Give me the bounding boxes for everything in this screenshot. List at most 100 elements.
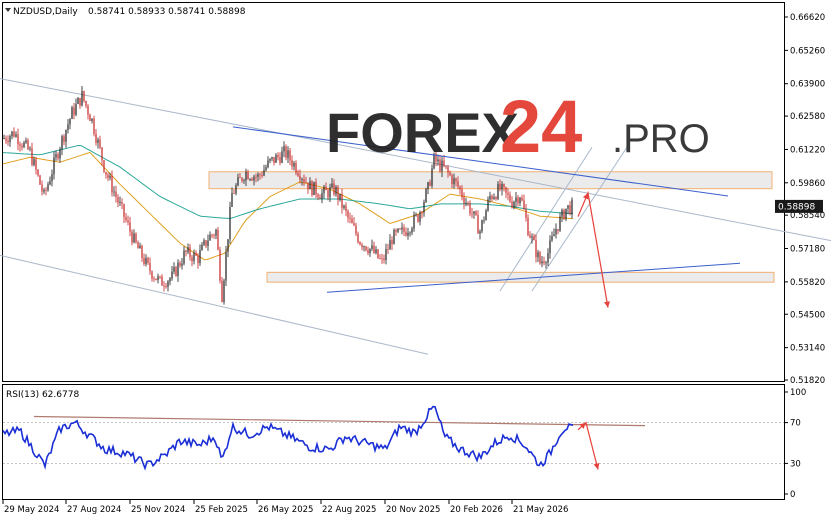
candle-body (543, 261, 545, 264)
candle-body (149, 262, 151, 272)
candle-body (123, 204, 125, 218)
candle-body (503, 184, 505, 188)
candle-body (475, 211, 477, 216)
candle-body (363, 246, 365, 248)
price-tick-label: 0.66620 (790, 13, 825, 23)
price-tick-label: 0.57180 (790, 245, 825, 255)
candle-body (201, 244, 203, 251)
candle-body (13, 131, 15, 137)
candle-body (307, 182, 309, 190)
candle-body (161, 276, 163, 286)
candle-body (391, 240, 393, 245)
candle-body (265, 167, 267, 171)
candle-body (293, 162, 295, 167)
candle-body (327, 190, 329, 198)
candle-body (145, 257, 147, 265)
candle-body (115, 191, 117, 198)
candle-body (121, 202, 123, 205)
candle-body (223, 280, 225, 302)
price-tick-label: 0.59860 (790, 179, 825, 189)
candle-body (515, 197, 517, 202)
candle-body (289, 150, 291, 161)
candle-body (537, 252, 539, 258)
price-tick-label: 0.53140 (790, 344, 825, 354)
candle-body (235, 185, 237, 194)
candle-body (491, 195, 493, 199)
candle (539, 250, 541, 265)
price-axis[interactable]: 0.66620 0.65260 0.63900 0.62580 0.61220 0.598… (784, 13, 825, 386)
candle-body (321, 193, 323, 199)
candle-body (397, 228, 399, 232)
candle-body (167, 281, 169, 287)
candle-body (473, 211, 475, 214)
candle-body (367, 250, 369, 254)
candle-body (411, 228, 413, 233)
candle-body (207, 240, 209, 246)
price-tick-label: 0.55820 (790, 278, 825, 288)
time-tick-label: 21 May 2026 (513, 505, 568, 515)
candle-body (487, 199, 489, 211)
chart-canvas[interactable]: FOREX 24 .PRO NZDUSD,Daily 0.58741 0.589… (0, 0, 831, 521)
candle-body (267, 160, 269, 168)
candle-body (253, 176, 255, 181)
candle-body (229, 206, 231, 240)
candle-body (395, 229, 397, 232)
ohlc-values: 0.58741 0.58933 0.58741 0.58898 (88, 7, 246, 17)
candle (217, 226, 219, 251)
candle-body (477, 215, 479, 234)
candle-body (467, 202, 469, 204)
candle-body (119, 202, 121, 203)
candle-body (369, 248, 371, 254)
candle-body (389, 240, 391, 250)
candle (563, 208, 565, 220)
candle-body (483, 220, 485, 222)
candle-body (505, 187, 507, 193)
candle-body (547, 253, 549, 263)
candle-body (249, 179, 251, 180)
candle-body (21, 145, 23, 148)
rsi-tick-label: 100 (790, 388, 806, 398)
candle-body (459, 186, 461, 190)
candle-body (151, 271, 153, 279)
candle (497, 181, 499, 201)
candle-body (45, 189, 47, 191)
time-axis[interactable]: 29 May 2024 27 Aug 2024 25 Nov 2024 25 Feb … (2, 500, 568, 515)
candle-body (181, 263, 183, 266)
candle-body (169, 278, 171, 282)
candle-body (287, 150, 289, 158)
candle-body (271, 157, 273, 159)
candle-body (9, 136, 11, 143)
candle-body (67, 124, 69, 130)
candle-body (177, 262, 179, 277)
candle-body (105, 171, 107, 175)
candle-body (405, 231, 407, 236)
candle-body (213, 235, 215, 236)
candle-body (41, 184, 43, 192)
candle-body (17, 134, 19, 145)
candle (313, 181, 315, 196)
candle-body (365, 246, 367, 251)
candle-body (187, 247, 189, 253)
candle-body (141, 245, 143, 258)
candle-body (403, 227, 405, 232)
price-tick-label: 0.62580 (790, 112, 825, 122)
candle-body (27, 140, 29, 150)
candle (103, 159, 105, 174)
candle (393, 228, 395, 245)
time-tick-label: 25 Feb 2025 (195, 505, 248, 515)
candle-body (449, 172, 451, 176)
candle-body (525, 209, 527, 218)
candle-body (331, 183, 333, 188)
candle-body (23, 142, 25, 148)
candle (481, 219, 483, 234)
candle-body (5, 138, 7, 141)
candle-body (239, 177, 241, 179)
candle-body (199, 250, 201, 264)
candle-body (455, 178, 457, 182)
candle-body (303, 178, 305, 182)
candle-body (383, 258, 385, 260)
candle (229, 201, 231, 244)
logo-part-forex: FOREX (326, 101, 519, 164)
candle-body (425, 189, 427, 203)
candle-body (59, 149, 61, 159)
